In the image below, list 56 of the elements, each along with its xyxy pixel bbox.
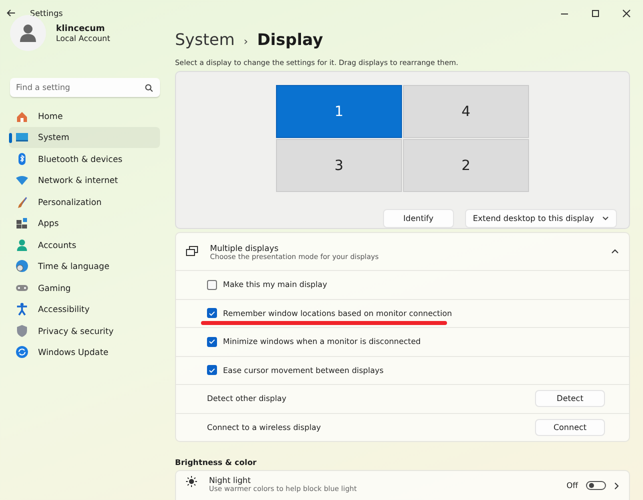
- monitor-icon: [15, 130, 29, 144]
- nav-item[interactable]: Network & internet: [9, 170, 160, 191]
- setting-title: Night light: [209, 476, 252, 485]
- action-button[interactable]: Detect: [535, 390, 605, 408]
- back-icon[interactable]: [6, 8, 16, 18]
- nav-item[interactable]: Personalization: [9, 191, 160, 212]
- action-button[interactable]: Connect: [535, 418, 605, 436]
- breadcrumb-separator: ›: [244, 35, 248, 48]
- sun-icon: [186, 476, 197, 487]
- page-title: Display: [257, 30, 324, 49]
- globe-clock-icon: [15, 259, 29, 274]
- section-title: Multiple displays: [210, 242, 280, 252]
- checkbox[interactable]: [207, 280, 217, 290]
- nav-item[interactable]: Accessibility: [9, 298, 160, 320]
- display-tile[interactable]: 1: [276, 85, 402, 138]
- checkbox[interactable]: [207, 308, 217, 318]
- monitors-icon: [186, 246, 198, 257]
- nav-item[interactable]: Accounts: [9, 234, 160, 256]
- nav-item[interactable]: Home: [9, 105, 160, 126]
- display-tile[interactable]: 3: [276, 139, 402, 192]
- person-icon: [15, 238, 29, 252]
- identify-button[interactable]: Identify: [382, 209, 454, 228]
- search-field[interactable]: Find a setting: [10, 78, 160, 97]
- user-name: klincecum: [56, 24, 106, 34]
- nav-item[interactable]: Privacy & security: [9, 320, 160, 342]
- shield-icon: [15, 324, 29, 338]
- search-icon: [145, 84, 153, 92]
- person-icon: [20, 24, 36, 42]
- extend-dropdown[interactable]: Extend desktop to this display: [464, 209, 617, 228]
- chevron-up-icon[interactable]: [611, 249, 619, 254]
- checkbox[interactable]: [207, 365, 217, 376]
- close-icon[interactable]: [622, 8, 631, 18]
- wifi-icon: [15, 173, 29, 188]
- breadcrumb-link[interactable]: System: [175, 30, 235, 49]
- chevron-right-icon[interactable]: [614, 482, 619, 490]
- nav-item[interactable]: Apps: [9, 212, 160, 234]
- checkmark-icon: [209, 310, 215, 316]
- display-tile[interactable]: 4: [403, 85, 529, 138]
- nav-item[interactable]: Time & language: [9, 256, 160, 277]
- chevron-down-icon: [602, 216, 609, 221]
- nav-item[interactable]: Bluetooth & devices: [9, 148, 160, 170]
- checkmark-icon: [209, 339, 215, 344]
- brush-icon: [15, 194, 29, 209]
- display-tile[interactable]: 2: [403, 139, 529, 192]
- nav-item[interactable]: Gaming: [9, 277, 160, 298]
- maximize-icon[interactable]: [591, 8, 600, 18]
- checkmark-icon: [209, 368, 215, 373]
- nav-item[interactable]: System: [9, 126, 160, 148]
- selection-indicator: [9, 132, 12, 142]
- toggle-switch[interactable]: [586, 481, 606, 490]
- window-title: Settings: [30, 8, 63, 18]
- apps-grid-icon: [15, 216, 29, 230]
- nav-item[interactable]: Windows Update: [9, 342, 160, 363]
- update-icon: [15, 345, 29, 360]
- checkbox[interactable]: [207, 336, 217, 347]
- accessibility-icon: [15, 302, 29, 316]
